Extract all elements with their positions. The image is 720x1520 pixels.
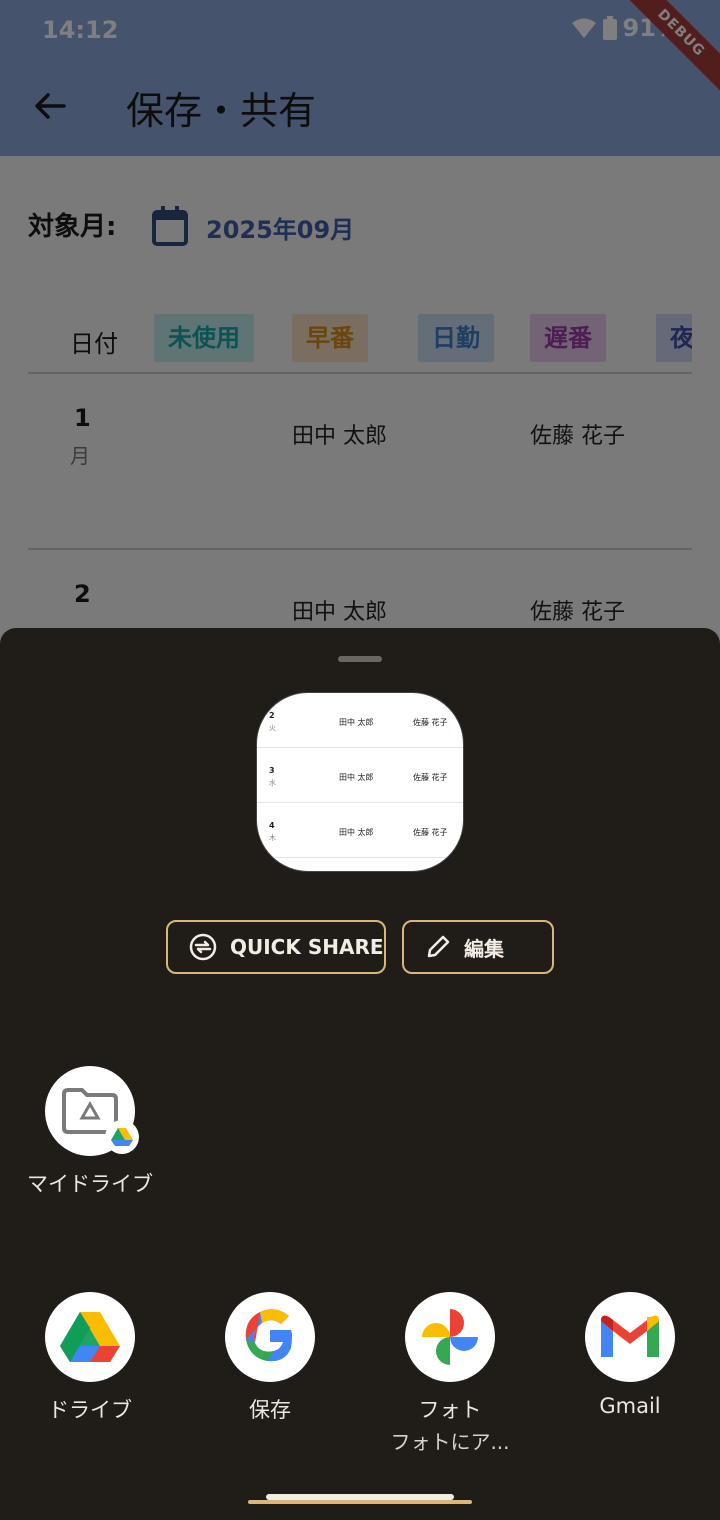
- gmail-icon: [585, 1292, 675, 1382]
- app-label: 保存: [249, 1398, 291, 1422]
- preview-day: 2: [269, 711, 275, 720]
- app-sublabel: フォトにア...: [390, 1430, 510, 1454]
- preview-name-1: 田中 太郎: [339, 718, 374, 727]
- preview-weekday: 火: [269, 724, 276, 732]
- share-app-save[interactable]: 保存: [190, 1292, 350, 1424]
- preview-name-1: 田中 太郎: [339, 773, 374, 782]
- preview-row: 4 木 田中 太郎 佐藤 花子: [257, 803, 463, 858]
- google-icon: [225, 1292, 315, 1382]
- quick-share-button[interactable]: QUICK SHARE: [166, 920, 386, 974]
- preview-name-1: 田中 太郎: [339, 828, 374, 837]
- pencil-icon: [427, 935, 450, 958]
- share-app-photos[interactable]: フォト フォトにア...: [370, 1292, 530, 1455]
- app-label: フォト: [418, 1398, 482, 1422]
- preview-row: 2 火 田中 太郎 佐藤 花子: [257, 693, 463, 748]
- preview-day: 3: [269, 766, 275, 775]
- preview-day: 4: [269, 821, 275, 830]
- preview-weekday: 水: [269, 779, 276, 787]
- share-app-gmail[interactable]: Gmail: [550, 1292, 710, 1418]
- preview-name-2: 佐藤 花子: [413, 718, 448, 727]
- google-drive-icon: [45, 1292, 135, 1382]
- image-preview: 2 火 田中 太郎 佐藤 花子 3 水 田中 太郎 佐藤 花子 4 木 田中 太…: [256, 692, 464, 872]
- preview-weekday: 木: [269, 834, 276, 842]
- preview-name-2: 佐藤 花子: [413, 828, 448, 837]
- share-target-label: マイドライブ: [27, 1172, 153, 1196]
- gesture-nav-bar[interactable]: [248, 1494, 472, 1504]
- edit-label: 編集: [464, 936, 504, 961]
- app-label: ドライブ: [48, 1398, 132, 1422]
- drive-folder-icon: [45, 1066, 139, 1156]
- drag-handle[interactable]: [338, 656, 382, 662]
- edit-button[interactable]: 編集: [402, 920, 554, 974]
- share-target-my-drive[interactable]: マイドライブ: [10, 1066, 170, 1198]
- share-sheet: 2 火 田中 太郎 佐藤 花子 3 水 田中 太郎 佐藤 花子 4 木 田中 太…: [0, 628, 720, 1520]
- quick-share-label: QUICK SHARE: [230, 935, 384, 959]
- google-photos-icon: [405, 1292, 495, 1382]
- quick-share-icon: [189, 933, 217, 961]
- app-label: Gmail: [599, 1394, 661, 1418]
- preview-row: 3 水 田中 太郎 佐藤 花子: [257, 748, 463, 803]
- preview-name-2: 佐藤 花子: [413, 773, 448, 782]
- share-app-drive[interactable]: ドライブ: [10, 1292, 170, 1424]
- drive-badge-icon: [105, 1120, 139, 1154]
